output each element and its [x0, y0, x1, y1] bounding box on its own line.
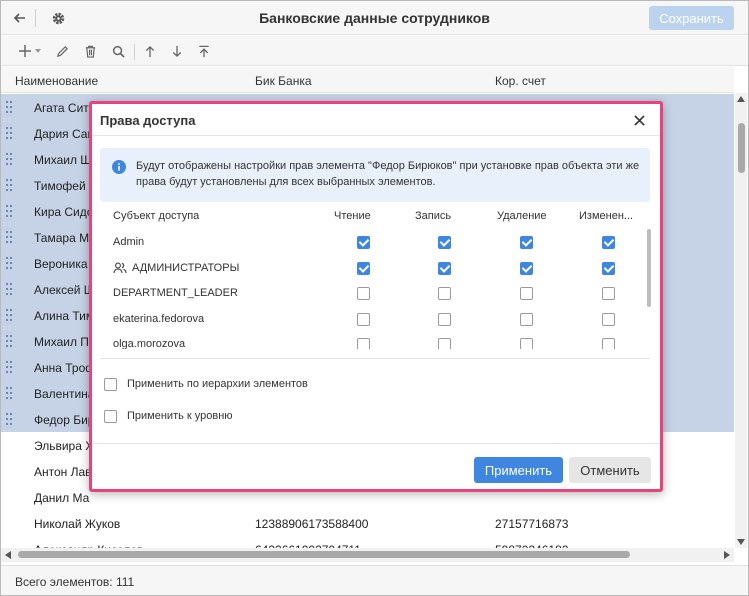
delete-checkbox[interactable] — [520, 236, 533, 249]
write-checkbox[interactable] — [438, 338, 451, 349]
change-checkbox[interactable] — [602, 312, 615, 326]
apply-button[interactable]: Применить — [474, 457, 563, 483]
subject-name: Admin — [113, 236, 144, 248]
users-group-icon — [113, 262, 127, 273]
level-label: Применить к уровню — [127, 410, 233, 422]
header-change: Изменен... — [579, 210, 634, 222]
dialog-footer-divider — [92, 443, 660, 444]
delete-checkbox[interactable] — [520, 261, 533, 275]
subject-label: olga.morozova — [113, 338, 186, 349]
hierarchy-label: Применить по иерархии элементов — [127, 378, 308, 390]
header-write: Запись — [415, 210, 452, 222]
header-read: Чтение — [334, 210, 371, 222]
write-checkbox[interactable] — [438, 312, 451, 326]
change-checkbox[interactable] — [602, 261, 615, 275]
subject-label: DEPARTMENT_LEADER — [113, 287, 238, 299]
change-checkbox[interactable] — [602, 338, 615, 349]
close-icon[interactable] — [630, 111, 648, 129]
option-level[interactable]: Применить к уровню — [104, 407, 233, 425]
info-banner: Будут отображены настройки прав элемента… — [100, 148, 650, 202]
permission-list: Admin АДМИНИСТРАТОРЫ DEPARTMENT_LEADERekat… — [92, 227, 660, 349]
dialog-header-divider — [92, 135, 660, 136]
read-checkbox[interactable] — [357, 236, 370, 249]
write-checkbox[interactable] — [438, 261, 451, 275]
subject-label: АДМИНИСТРАТОРЫ — [132, 261, 240, 274]
read-checkbox[interactable] — [357, 338, 370, 349]
dialog-title: Права доступа — [100, 113, 196, 128]
option-hierarchy[interactable]: Применить по иерархии элементов — [104, 375, 308, 393]
permission-list-divider — [100, 358, 650, 359]
delete-checkbox[interactable] — [520, 338, 533, 349]
permission-row: ekaterina.fedorova — [92, 308, 642, 332]
change-checkbox[interactable] — [602, 287, 615, 300]
hierarchy-checkbox[interactable] — [104, 377, 117, 391]
access-rights-dialog: Права доступа Будут отображены настройки… — [89, 101, 663, 492]
permission-row: DEPARTMENT_LEADER — [92, 282, 642, 306]
info-text: Будут отображены настройки прав элемента… — [136, 160, 640, 188]
permission-row: АДМИНИСТРАТОРЫ — [92, 257, 642, 281]
info-icon — [112, 160, 126, 174]
permission-row: olga.morozova — [92, 333, 642, 349]
header-subject: Субъект доступа — [113, 210, 200, 222]
subject-name: АДМИНИСТРАТОРЫ — [113, 262, 239, 274]
read-checkbox[interactable] — [357, 287, 370, 300]
delete-checkbox[interactable] — [520, 287, 533, 300]
delete-checkbox[interactable] — [520, 312, 533, 326]
subject-name: ekaterina.fedorova — [113, 313, 204, 325]
cancel-button[interactable]: Отменить — [569, 457, 651, 483]
change-checkbox[interactable] — [602, 236, 615, 249]
write-checkbox[interactable] — [438, 236, 451, 249]
subject-label: ekaterina.fedorova — [113, 312, 205, 325]
permission-list-scrollbar[interactable] — [647, 229, 652, 347]
subject-name: olga.morozova — [113, 338, 185, 349]
read-checkbox[interactable] — [357, 261, 370, 275]
subject-label: Admin — [113, 236, 145, 248]
permission-scroll-thumb[interactable] — [647, 229, 651, 307]
read-checkbox[interactable] — [357, 312, 370, 326]
modal-overlay: Права доступа Будут отображены настройки… — [0, 0, 749, 596]
level-checkbox[interactable] — [104, 409, 117, 423]
subject-name: DEPARTMENT_LEADER — [113, 287, 238, 299]
header-delete: Удаление — [497, 210, 547, 222]
write-checkbox[interactable] — [438, 287, 451, 300]
permission-row: Admin — [92, 231, 642, 255]
